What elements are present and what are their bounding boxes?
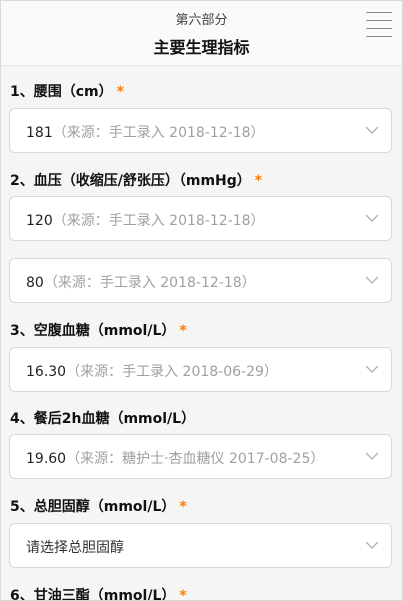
question-label-blood-pressure: 2、血压（收缩压/舒张压）（mmHg） * — [10, 173, 263, 189]
fasting-glucose-select[interactable]: 16.30（来源：手工录入 2018-06-29） — [9, 347, 392, 392]
required-mark: * — [179, 499, 187, 515]
section-subtitle: 第六部分 — [175, 13, 228, 28]
required-mark: * — [179, 588, 187, 601]
question-label-fasting-glucose: 3、空腹血糖（mmol/L） * — [10, 323, 187, 339]
menu-icon[interactable] — [366, 10, 394, 40]
required-mark: * — [116, 84, 124, 100]
question-label-total-cholesterol: 5、总胆固醇（mmol/L） * — [10, 499, 187, 515]
chevron-down-icon — [365, 214, 379, 222]
chevron-down-icon — [365, 452, 379, 460]
diastolic-select[interactable]: 80（来源：手工录入 2018-12-18） — [9, 258, 392, 303]
systolic-select[interactable]: 120（来源：手工录入 2018-12-18） — [9, 196, 392, 241]
chevron-down-icon — [365, 276, 379, 284]
header: 第六部分 主要生理指标 — [1, 1, 402, 66]
page-title: 主要生理指标 — [153, 38, 250, 57]
waist-select[interactable]: 181（来源：手工录入 2018-12-18） — [9, 108, 392, 153]
question-label-triglycerides: 6、甘油三酯（mmol/L） * — [10, 585, 187, 601]
question-label-postprandial-glucose: 4、餐后2h血糖（mmol/L） — [10, 411, 196, 427]
app-frame: 第六部分 主要生理指标 1、腰围（cm） * 181（来源：手工录入 2018-1… — [0, 0, 403, 601]
required-mark: * — [179, 323, 187, 339]
question-label-waist: 1、腰围（cm） * — [10, 84, 124, 100]
postprandial-glucose-select[interactable]: 19.60（来源：糖护士·杏血糖仪 2017-08-25） — [9, 434, 392, 479]
chevron-down-icon — [365, 365, 379, 373]
required-mark: * — [254, 173, 263, 189]
total-cholesterol-select[interactable]: 请选择总胆固醇 — [9, 523, 392, 568]
chevron-down-icon — [365, 126, 379, 134]
chevron-down-icon — [365, 541, 379, 549]
